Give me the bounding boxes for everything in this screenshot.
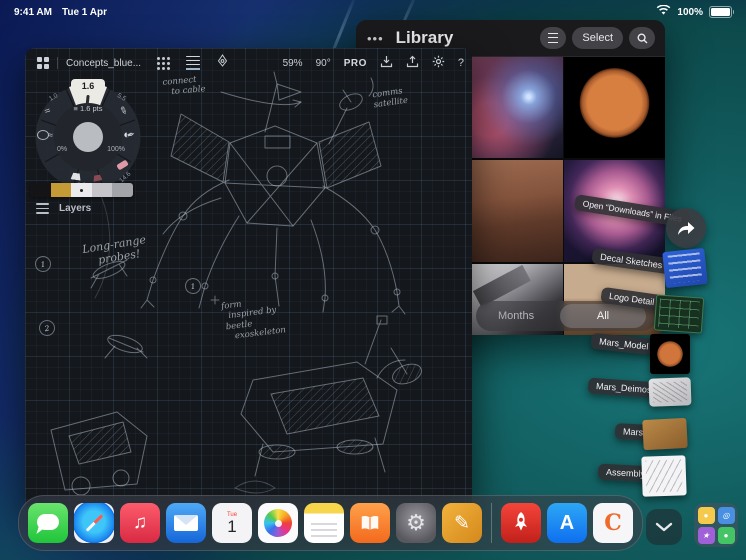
dock: ♫ Tue 1 ⚙ ✎ A C bbox=[18, 495, 643, 551]
dock-icon-concepts[interactable]: C bbox=[593, 503, 633, 543]
drag-item-thumb-deimos[interactable] bbox=[648, 377, 692, 407]
search-button[interactable] bbox=[629, 27, 655, 49]
pen-nib-icon[interactable] bbox=[216, 54, 229, 72]
rocket-icon bbox=[515, 512, 527, 531]
dock-icon-settings[interactable]: ⚙ bbox=[396, 503, 436, 543]
photo-thumbnail-horsehead-nebula[interactable] bbox=[462, 56, 563, 158]
dock-icon-app-store[interactable]: A bbox=[547, 503, 587, 543]
envelope-icon bbox=[174, 515, 198, 531]
dock-icon-messages[interactable] bbox=[28, 503, 68, 543]
swatch-white-selected[interactable] bbox=[71, 183, 92, 197]
status-bar: 9:41 AM Tue 1 Apr 100% bbox=[0, 0, 746, 24]
active-size-tab: 1.6 bbox=[71, 79, 105, 93]
swatch-lightgray[interactable] bbox=[91, 183, 113, 197]
dot-grid-icon[interactable] bbox=[157, 56, 171, 70]
wifi-icon bbox=[656, 4, 671, 19]
list-lines-icon bbox=[548, 33, 559, 43]
photos-flower-icon bbox=[264, 509, 292, 537]
appstore-a-icon: A bbox=[559, 511, 575, 534]
opacity-min: 0% bbox=[57, 146, 68, 153]
dock-icon-safari[interactable] bbox=[74, 503, 114, 543]
dock-icon-mail[interactable] bbox=[166, 503, 206, 543]
layers-panel-header[interactable]: Layers bbox=[36, 203, 91, 214]
swatch-black[interactable] bbox=[30, 183, 51, 197]
opacity-max: 100% bbox=[107, 146, 125, 153]
window-menu-button[interactable]: ••• bbox=[367, 31, 384, 46]
status-date: Tue 1 Apr bbox=[61, 6, 107, 18]
concepts-window: connect to cable comms satellite V.2 Lon… bbox=[25, 48, 472, 512]
dock-icon-notes[interactable] bbox=[304, 503, 344, 543]
opacity-icon: ◐ bbox=[123, 129, 130, 141]
drag-item-thumb-mars-model[interactable] bbox=[650, 334, 690, 374]
app-library-purple-icon: ★ bbox=[697, 526, 715, 544]
dock-icon-music[interactable]: ♫ bbox=[120, 503, 160, 543]
status-time: 9:41 AM bbox=[14, 6, 52, 18]
document-title[interactable]: Concepts_blue... bbox=[66, 58, 141, 69]
dock-icon-sketch-pen[interactable]: ✎ bbox=[442, 503, 482, 543]
dock-icon-books[interactable] bbox=[350, 503, 390, 543]
gear-icon: ⚙ bbox=[406, 510, 426, 535]
concepts-toolbar: Concepts_blue... bbox=[25, 48, 472, 78]
drag-item-label[interactable]: Mars_Model bbox=[590, 332, 658, 356]
music-note-icon: ♫ bbox=[132, 512, 148, 533]
drag-item-thumb-logo[interactable] bbox=[653, 294, 705, 334]
concepts-c-icon: C bbox=[604, 510, 622, 536]
annotation-beetle: form inspired by beetle exoskeleton bbox=[220, 299, 287, 342]
message-bubble-icon bbox=[37, 514, 59, 530]
segment-months[interactable]: Months bbox=[498, 310, 534, 322]
dock-divider bbox=[491, 503, 492, 543]
share-button[interactable] bbox=[666, 208, 706, 248]
filter-button[interactable] bbox=[540, 27, 567, 49]
dock-icon-app-library[interactable]: ● ◎ ★ ● bbox=[694, 503, 738, 547]
tool-wheel[interactable]: 1.6 ≡ 1.6 pts ≈ ◐ 0% 100% 1.0 5.5 6.9 14… bbox=[33, 79, 143, 192]
photo-thumbnail-mars-landscape[interactable] bbox=[462, 160, 563, 262]
open-book-icon bbox=[361, 515, 379, 531]
smoothing-icon: ≈ bbox=[48, 130, 53, 140]
ipad-screen: 9:41 AM Tue 1 Apr 100% Months All ••• Li… bbox=[0, 0, 746, 560]
color-swatch-bar bbox=[30, 183, 133, 197]
app-library-yellow-icon: ● bbox=[697, 506, 715, 524]
note-lines-icon bbox=[311, 523, 337, 525]
stroke-width-value: ≡ 1.6 pts bbox=[73, 104, 103, 113]
pencil-icon: ✎ bbox=[454, 512, 470, 534]
photo-thumbnail-mars-globe[interactable] bbox=[564, 56, 665, 158]
layers-label: Layers bbox=[59, 203, 92, 214]
battery-icon bbox=[709, 6, 734, 18]
battery-percent: 100% bbox=[677, 6, 703, 18]
shelf-collapse-button[interactable] bbox=[646, 509, 682, 545]
app-grid-icon[interactable] bbox=[37, 57, 49, 69]
drag-item-thumb-decal[interactable] bbox=[662, 247, 708, 289]
swatch-gold[interactable] bbox=[50, 183, 72, 197]
share-arrow-icon bbox=[678, 222, 695, 235]
hamburger-icon bbox=[36, 203, 49, 214]
select-button[interactable]: Select bbox=[572, 27, 623, 49]
dock-icon-rocket[interactable] bbox=[501, 503, 541, 543]
photos-window-title: Library bbox=[395, 28, 454, 47]
drag-item-thumb-assembly[interactable] bbox=[641, 455, 687, 497]
calendar-day: 1 bbox=[227, 517, 237, 536]
compass-needle-icon bbox=[85, 514, 103, 532]
chevron-down-icon bbox=[655, 522, 673, 532]
app-library-green-icon: ● bbox=[717, 526, 735, 544]
app-library-blue-icon: ◎ bbox=[717, 506, 735, 524]
dock-icon-calendar[interactable]: Tue 1 bbox=[212, 503, 252, 543]
drag-item-thumb-mars-map[interactable] bbox=[642, 417, 688, 451]
swatch-gray[interactable] bbox=[112, 183, 133, 197]
lines-view-icon[interactable] bbox=[186, 55, 201, 71]
dock-icon-photos[interactable] bbox=[258, 503, 298, 543]
segment-all-selected[interactable]: All bbox=[560, 304, 646, 328]
magnifier-icon bbox=[636, 32, 647, 43]
